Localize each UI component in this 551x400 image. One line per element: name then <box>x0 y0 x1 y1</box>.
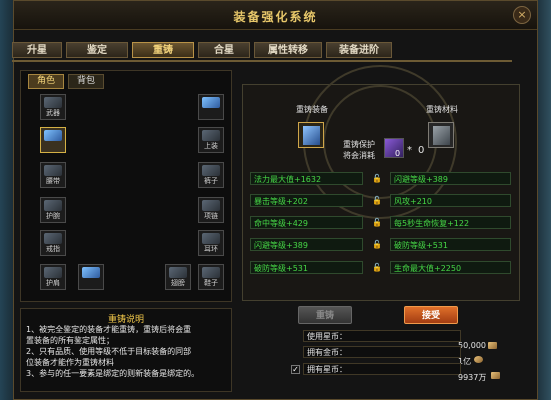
weapon-icon <box>44 97 62 108</box>
ring-icon <box>44 233 62 244</box>
wings-icon <box>169 267 187 278</box>
lock-icon[interactable]: 🔓 <box>372 263 382 272</box>
equip-slot-orb[interactable] <box>78 264 104 290</box>
reforge-button[interactable]: 重铸 <box>298 306 352 324</box>
subtab-bag[interactable]: 背包 <box>68 74 104 89</box>
protect-item-icon[interactable] <box>384 138 404 158</box>
sword-icon <box>202 97 220 108</box>
pants-icon <box>202 165 220 176</box>
material-slot-label: 重铸材料 <box>426 105 458 114</box>
lock-icon[interactable]: 🔓 <box>372 240 382 249</box>
equip-slot-selected[interactable] <box>40 127 66 153</box>
equip-slot-weapon[interactable]: 武器 <box>40 94 66 120</box>
lock-icon[interactable]: 🔓 <box>372 196 382 205</box>
multiply-sign: * <box>407 145 412 156</box>
background-right <box>537 0 551 400</box>
stat-left: 命中等级+429 <box>250 216 363 229</box>
reforge-equip-slot[interactable] <box>298 122 324 148</box>
tab-reforge[interactable]: 重铸 <box>132 42 194 58</box>
title-bar[interactable]: 装备强化系统 × <box>14 1 537 30</box>
equip-slot-right-top[interactable] <box>198 94 224 120</box>
description-line: 3、参与的任一要素是绑定的则新装备是绑定的。 <box>26 369 200 378</box>
protect-count: 0 <box>395 149 401 158</box>
protect-label: 重铸保护 <box>343 140 375 149</box>
own-star-coin-value: 9937万 <box>458 373 487 382</box>
equip-slot-earring[interactable]: 耳环 <box>198 230 224 256</box>
use-star-coin-value: 50,000 <box>458 341 486 350</box>
protect-need: 0 <box>418 145 425 156</box>
own-star-coin-label: 拥有星币： <box>303 363 461 375</box>
bracer-icon <box>44 200 62 211</box>
equip-slot-belt[interactable]: 腰带 <box>40 162 66 188</box>
belt-icon <box>44 165 62 176</box>
stat-right: 每5秒生命恢复+122 <box>390 216 511 229</box>
lock-icon[interactable]: 🔓 <box>372 218 382 227</box>
earring-icon <box>202 233 220 244</box>
shoes-icon <box>202 267 220 278</box>
coin-icon <box>488 342 497 349</box>
equip-slot-shoes[interactable]: 鞋子 <box>198 264 224 290</box>
sword-icon <box>303 126 320 145</box>
armor-icon <box>433 126 450 145</box>
equip-slot-shoulder[interactable]: 护肩 <box>40 264 66 290</box>
stat-left: 暴击等级+202 <box>250 194 363 207</box>
gold-coin-icon <box>474 356 483 363</box>
tab-merge-star[interactable]: 合星 <box>198 42 250 58</box>
description-line: 置装备的所有鉴定属性； <box>26 336 114 345</box>
reforge-description: 重铸说明 1、被完全鉴定的装备才能重铸，重铸后将会重 置装备的所有鉴定属性； 2… <box>20 308 232 392</box>
shoulder-icon <box>44 267 62 278</box>
selected-item-icon <box>44 130 62 141</box>
accept-button[interactable]: 接受 <box>404 306 458 324</box>
equip-slot-ring[interactable]: 戒指 <box>40 230 66 256</box>
star-coin-icon <box>491 372 500 379</box>
equip-slot-wings[interactable]: 翅膀 <box>165 264 191 290</box>
equip-slot-top-armor[interactable]: 上装 <box>198 127 224 153</box>
tab-identify[interactable]: 鉴定 <box>66 42 128 58</box>
tab-attribute-transfer[interactable]: 属性转移 <box>254 42 322 58</box>
tab-upstar[interactable]: 升星 <box>12 42 62 58</box>
tab-equip-advance[interactable]: 装备进阶 <box>326 42 392 58</box>
equip-slot-label: 重铸装备 <box>296 105 328 114</box>
use-star-coin-checkbox[interactable]: ✓ <box>291 365 300 374</box>
stat-left: 破防等级+531 <box>250 261 363 274</box>
stat-left: 闪避等级+389 <box>250 238 363 251</box>
necklace-icon <box>202 200 220 211</box>
use-star-coin-label: 使用星币： <box>303 330 461 342</box>
lock-icon[interactable]: 🔓 <box>372 174 382 183</box>
equip-slot-bracer[interactable]: 护腕 <box>40 197 66 223</box>
stat-left: 法力最大值+1632 <box>250 172 363 185</box>
equip-slot-necklace[interactable]: 项链 <box>198 197 224 223</box>
description-line: 1、被完全鉴定的装备才能重铸，重铸后将会重 <box>26 325 192 334</box>
orb-icon <box>82 267 100 278</box>
protect-label-2: 将会消耗 <box>343 151 375 160</box>
window-title: 装备强化系统 <box>233 10 318 24</box>
stat-right: 生命最大值+2250 <box>390 261 511 274</box>
subtab-character[interactable]: 角色 <box>28 74 64 89</box>
close-button[interactable]: × <box>513 6 531 24</box>
tab-bar: 升星 鉴定 重铸 合星 属性转移 装备进阶 <box>12 42 512 62</box>
stat-right: 破防等级+531 <box>390 238 511 251</box>
armor-icon <box>202 130 220 141</box>
reforge-material-slot[interactable] <box>428 122 454 148</box>
own-gold-label: 拥有金币： <box>303 346 461 358</box>
description-line: 2、只有品质、使用等级不低于目标装备的同部 <box>26 347 192 356</box>
description-line: 位装备才能作为重铸材料 <box>26 358 114 367</box>
stat-right: 闪避等级+389 <box>390 172 511 185</box>
equip-slot-pants[interactable]: 裤子 <box>198 162 224 188</box>
stat-right: 风攻+210 <box>390 194 511 207</box>
